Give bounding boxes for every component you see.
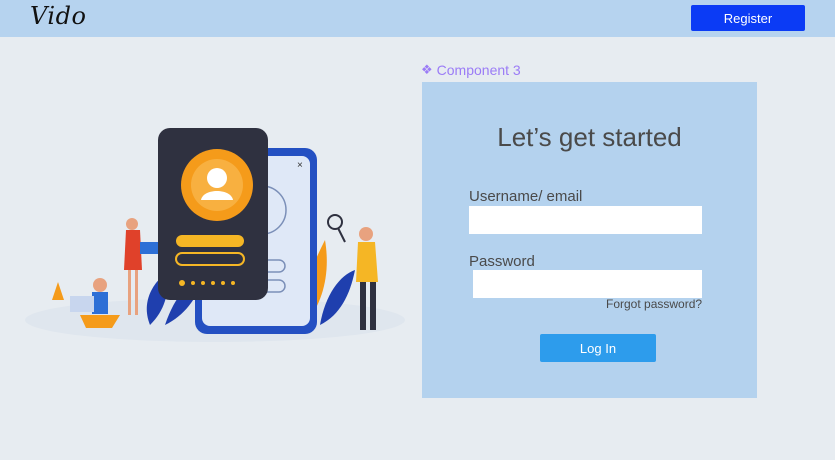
- username-input[interactable]: [469, 206, 702, 234]
- component-label: ❖ Component 3: [421, 62, 521, 78]
- component-icon: ❖: [421, 62, 433, 77]
- login-card: Let’s get started Username/ email Passwo…: [422, 82, 757, 398]
- page-title: Let’s get started: [497, 122, 682, 152]
- register-button[interactable]: Register: [691, 5, 805, 31]
- password-label: Password: [469, 253, 535, 270]
- logo: Vido: [30, 2, 87, 30]
- svg-text:×: ×: [297, 160, 303, 171]
- component-label-text: Component 3: [436, 62, 521, 78]
- password-input[interactable]: [473, 270, 702, 298]
- forgot-password-link[interactable]: Forgot password?: [606, 297, 702, 311]
- login-button[interactable]: Log In: [540, 334, 656, 362]
- username-label: Username/ email: [469, 188, 583, 205]
- login-illustration: ×: [25, 128, 405, 342]
- top-bar: Vido Register: [0, 0, 835, 37]
